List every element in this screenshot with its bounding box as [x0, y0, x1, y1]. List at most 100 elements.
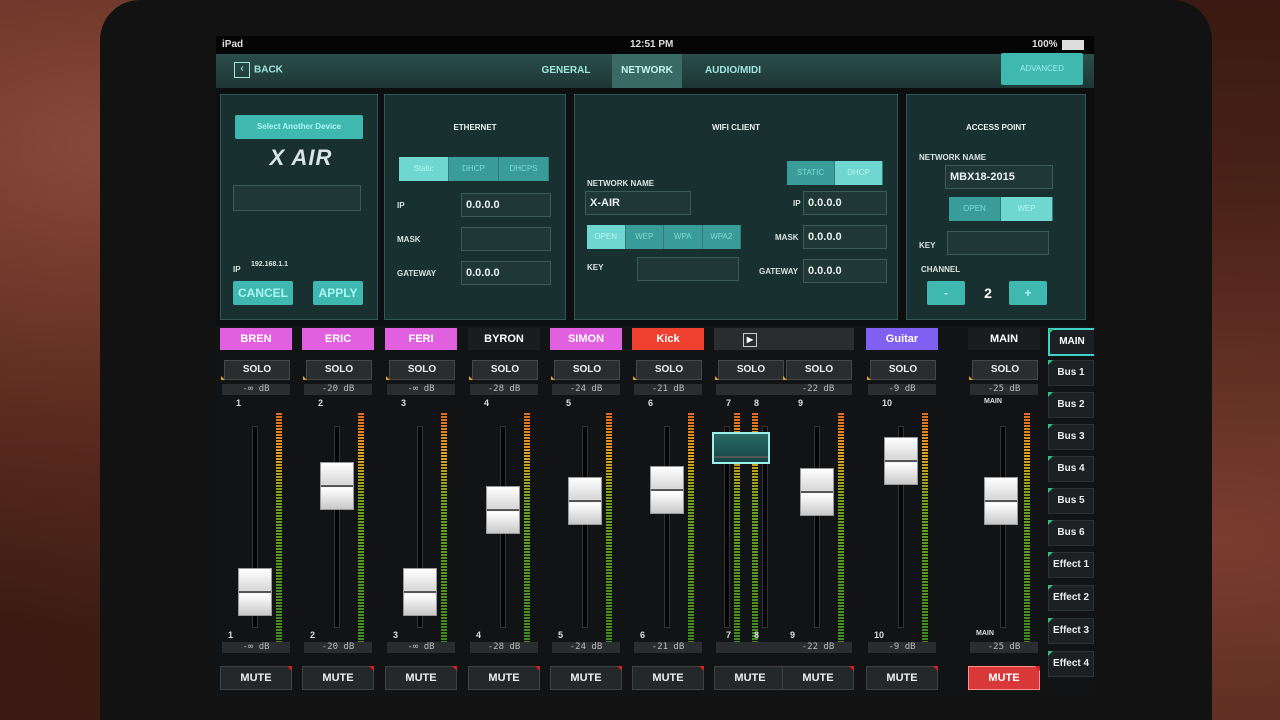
tab-general[interactable]: GENERAL [532, 54, 600, 88]
wifi-network-name-field[interactable]: X-AIR [585, 191, 691, 215]
wifi-security-open[interactable]: OPEN [587, 225, 626, 249]
channel-name[interactable]: Kick [632, 328, 704, 350]
wifi-key-field[interactable] [637, 257, 739, 281]
bus-selector-button[interactable]: Bus 2 [1048, 392, 1094, 418]
bus-selector-button[interactable]: Bus 5 [1048, 488, 1094, 514]
ethernet-mode-static[interactable]: Static [399, 157, 449, 181]
channel-increment-button[interactable]: + [1009, 281, 1047, 305]
fader-knob[interactable] [884, 436, 918, 485]
cancel-button[interactable]: CANCEL [233, 281, 293, 305]
channel-number-bottom: 1 [228, 630, 234, 640]
ethernet-mask-label: MASK [397, 235, 421, 244]
wifi-ip-field[interactable]: 0.0.0.0 [803, 191, 887, 215]
ethernet-ip-field[interactable]: 0.0.0.0 [461, 193, 551, 217]
channel-number-top: 9 [798, 398, 804, 408]
wifi-client-panel: WIFI CLIENT NETWORK NAME X-AIR OPEN WEP … [574, 94, 898, 320]
advanced-button[interactable]: ADVANCED [1001, 53, 1083, 85]
solo-button[interactable]: SOLO [303, 360, 372, 380]
apply-button[interactable]: APPLY [313, 281, 363, 305]
bus-selector-button[interactable]: Bus 3 [1048, 424, 1094, 450]
channel-name[interactable]: ERIC [302, 328, 374, 350]
wifi-mode-static[interactable]: STATIC [787, 161, 835, 185]
fader-knob[interactable] [800, 467, 834, 516]
bus-selector-button[interactable]: Bus 4 [1048, 456, 1094, 482]
fader-knob[interactable] [486, 486, 520, 535]
tab-audio-midi[interactable]: AUDIO/MIDI [694, 54, 772, 88]
mute-button[interactable]: MUTE [220, 666, 292, 690]
fader-knob[interactable] [320, 462, 354, 511]
wifi-mask-field[interactable]: 0.0.0.0 [803, 225, 887, 249]
select-device-button[interactable]: Select Another Device [235, 115, 363, 139]
solo-button[interactable]: SOLO [867, 360, 936, 380]
solo-button[interactable]: SOLO [783, 360, 852, 380]
channel-name[interactable]: BYRON [468, 328, 540, 350]
level-readout-top: -24 dB [552, 384, 620, 395]
mute-button[interactable]: MUTE [385, 666, 457, 690]
main-name-label[interactable]: MAIN [968, 328, 1040, 350]
solo-button[interactable]: SOLO [969, 360, 1038, 380]
solo-button[interactable]: SOLO [551, 360, 620, 380]
wifi-gateway-field[interactable]: 0.0.0.0 [803, 259, 887, 283]
fader-knob[interactable] [712, 431, 770, 464]
fader-knob[interactable] [238, 568, 272, 616]
wifi-mode-dhcp[interactable]: DHCP [835, 161, 883, 185]
bus-selector-button[interactable]: Effect 1 [1048, 552, 1094, 578]
mute-button[interactable]: MUTE [468, 666, 540, 690]
mute-button[interactable]: MUTE [302, 666, 374, 690]
bus-selector-button[interactable]: Effect 3 [1048, 618, 1094, 644]
channel-number-bottom: 10 [874, 630, 885, 640]
channel-name[interactable]: FERI [385, 328, 457, 350]
mute-button[interactable]: MUTE [714, 666, 786, 690]
channel-name[interactable]: SIMON [550, 328, 622, 350]
channel-name[interactable] [782, 328, 854, 350]
fader-track [334, 426, 340, 628]
fader-knob[interactable] [403, 568, 437, 616]
channel-name[interactable]: ▶ [714, 328, 786, 350]
wifi-security-wep[interactable]: WEP [625, 225, 664, 249]
channel-number-top: MAIN [984, 398, 1002, 405]
fader-knob[interactable] [650, 466, 684, 515]
solo-button[interactable]: SOLO [469, 360, 538, 380]
channel-decrement-button[interactable]: - [927, 281, 965, 305]
wifi-key-label: KEY [587, 263, 604, 272]
fader-knob[interactable] [984, 477, 1018, 525]
status-bar: iPad 12:51 PM 100% [216, 36, 1094, 54]
device-name-field[interactable] [233, 185, 361, 211]
solo-button[interactable]: SOLO [221, 360, 290, 380]
wifi-security-wpa[interactable]: WPA [664, 225, 703, 249]
level-meter [441, 412, 447, 644]
mute-button[interactable]: MUTE [550, 666, 622, 690]
bus-selector-button[interactable]: Bus 6 [1048, 520, 1094, 546]
ap-security-open[interactable]: OPEN [949, 197, 1001, 221]
ethernet-gateway-field[interactable]: 0.0.0.0 [461, 261, 551, 285]
solo-button[interactable]: SOLO [633, 360, 702, 380]
bus-selector-button[interactable]: MAIN [1048, 328, 1094, 356]
mute-button[interactable]: MUTE [782, 666, 854, 690]
ethernet-mode-dhcps[interactable]: DHCPS [499, 157, 549, 181]
bus-selector-button[interactable]: Bus 1 [1048, 360, 1094, 386]
ap-channel-label: CHANNEL [921, 265, 961, 274]
channel-number-bottom: 5 [558, 630, 564, 640]
level-readout-top: -∞ dB [222, 384, 290, 395]
level-readout-bottom: -24 dB [552, 642, 620, 653]
mute-button[interactable]: MUTE [866, 666, 938, 690]
channel-value: 2 [984, 285, 992, 301]
ethernet-mode-dhcp[interactable]: DHCP [449, 157, 499, 181]
channel-name[interactable]: BREN [220, 328, 292, 350]
mute-button[interactable]: MUTE [632, 666, 704, 690]
ap-security-wep[interactable]: WEP [1001, 197, 1053, 221]
channel-name[interactable]: Guitar [866, 328, 938, 350]
back-button[interactable]: ‹ BACK [234, 62, 283, 78]
channel-number-bottom: 7 [726, 630, 732, 640]
mute-button[interactable]: MUTE [968, 666, 1040, 690]
ap-network-name-field[interactable]: MBX18-2015 [945, 165, 1053, 189]
ap-key-field[interactable] [947, 231, 1049, 255]
fader-knob[interactable] [568, 477, 602, 525]
solo-button[interactable]: SOLO [386, 360, 455, 380]
ethernet-mask-field[interactable] [461, 227, 551, 251]
bus-selector-button[interactable]: Effect 4 [1048, 651, 1094, 677]
tab-network[interactable]: NETWORK [612, 54, 682, 88]
wifi-security-wpa2[interactable]: WPA2 [702, 225, 741, 249]
solo-button[interactable]: SOLO [715, 360, 784, 380]
bus-selector-button[interactable]: Effect 2 [1048, 585, 1094, 611]
